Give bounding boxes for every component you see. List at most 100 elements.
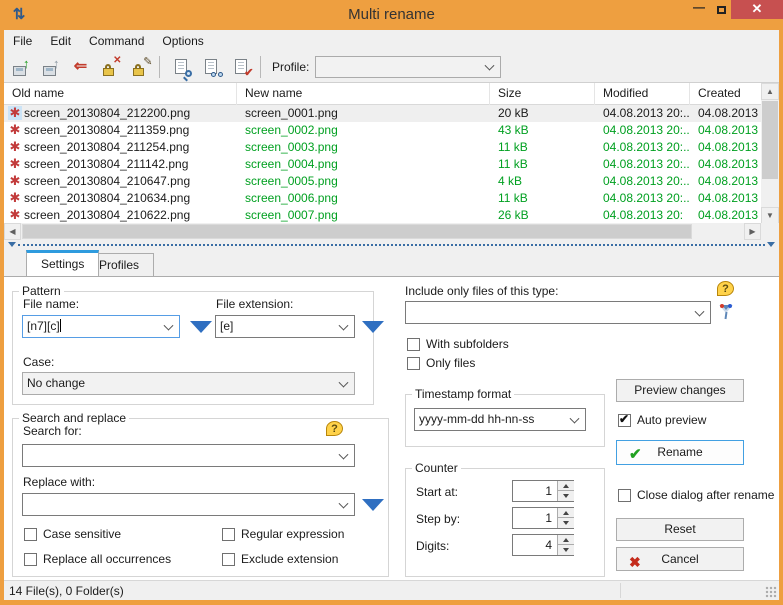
- timestamp-format-combobox[interactable]: yyyy-mm-dd hh-nn-ss: [414, 408, 586, 431]
- spin-up-icon[interactable]: [558, 481, 574, 491]
- scroll-right-icon[interactable]: ▶: [744, 223, 761, 240]
- spin-down-icon[interactable]: [558, 491, 574, 501]
- with-subfolders-checkbox[interactable]: With subfolders: [407, 337, 509, 351]
- checklist-icon[interactable]: ✔: [228, 55, 255, 79]
- scroll-up-icon[interactable]: ▲: [761, 83, 779, 100]
- checkbox-box: [407, 356, 420, 370]
- file-row[interactable]: ✱ screen_20130804_211254.png screen_0003.…: [4, 139, 761, 156]
- statusbar: 14 File(s), 0 Folder(s): [4, 580, 779, 600]
- image-file-icon: ✱: [9, 207, 21, 222]
- file-row[interactable]: ✱ screen_20130804_210647.png screen_0005.…: [4, 173, 761, 190]
- image-file-icon: ✱: [9, 190, 21, 205]
- load-names-disk-icon[interactable]: ↑: [7, 55, 34, 79]
- menu-edit[interactable]: Edit: [41, 30, 80, 52]
- column-header-old-name[interactable]: Old name: [4, 83, 237, 105]
- status-separator: [620, 583, 621, 598]
- auto-preview-checkbox[interactable]: Auto preview: [618, 412, 706, 427]
- scroll-left-icon[interactable]: ◀: [4, 223, 21, 240]
- include-files-label: Include only files of this type:: [405, 284, 559, 298]
- splitter-collapse-icon[interactable]: [767, 242, 775, 247]
- settings-page: Pattern File name: [n7][c] File extensio…: [4, 276, 779, 580]
- file-row[interactable]: ✱ screen_20130804_211359.png screen_0002.…: [4, 122, 761, 139]
- minimize-button[interactable]: —: [688, 0, 710, 19]
- save-names-disk-icon[interactable]: ↑: [37, 55, 64, 79]
- search-for-combobox[interactable]: [22, 444, 355, 467]
- window-border-right: [779, 30, 783, 605]
- filter-funnel-icon[interactable]: [718, 304, 734, 320]
- vertical-scrollbar-thumb[interactable]: [762, 101, 778, 179]
- preview-document-icon[interactable]: [168, 55, 195, 79]
- horizontal-scrollbar[interactable]: ◀ ▶: [4, 223, 761, 240]
- close-dialog-after-rename-checkbox[interactable]: Close dialog after rename: [618, 488, 774, 502]
- replace-menu-button[interactable]: [362, 499, 384, 511]
- lock-edit-icon[interactable]: ✎: [127, 55, 154, 79]
- image-file-icon: ✱: [9, 156, 21, 171]
- regular-expression-checkbox[interactable]: Regular expression: [222, 527, 344, 541]
- exclude-extension-checkbox[interactable]: Exclude extension: [222, 552, 338, 566]
- file-row[interactable]: ✱ screen_20130804_212200.png screen_0001.…: [4, 105, 761, 122]
- file-row[interactable]: ✱ screen_20130804_210634.png screen_0006.…: [4, 190, 761, 207]
- digits-label: Digits:: [416, 539, 450, 553]
- resize-grip[interactable]: [765, 586, 777, 598]
- preview-changes-button[interactable]: Preview changes: [616, 379, 744, 402]
- spin-down-icon[interactable]: [558, 518, 574, 528]
- spin-down-icon[interactable]: [558, 545, 574, 555]
- chevron-down-icon: [569, 413, 580, 424]
- file-name-combobox[interactable]: [n7][c]: [22, 315, 180, 338]
- horizontal-scrollbar-thumb[interactable]: [22, 224, 692, 239]
- splitter-collapse-icon[interactable]: [8, 242, 16, 247]
- reset-button[interactable]: Reset: [616, 518, 744, 541]
- close-button[interactable]: ✕: [731, 0, 783, 19]
- column-header-size[interactable]: Size: [490, 83, 595, 105]
- case-combobox[interactable]: No change: [22, 372, 355, 395]
- text-caret: [59, 319, 61, 332]
- help-icon[interactable]: ?: [326, 421, 343, 436]
- step-by-spinner[interactable]: 1: [512, 507, 574, 529]
- column-header-modified[interactable]: Modified: [595, 83, 690, 105]
- menu-command[interactable]: Command: [80, 30, 153, 52]
- cancel-button[interactable]: ✖ Cancel: [616, 547, 744, 571]
- file-row[interactable]: ✱ screen_20130804_210622.png screen_0007.…: [4, 207, 761, 224]
- splitter[interactable]: [4, 240, 779, 250]
- start-at-spinner[interactable]: 1: [512, 480, 574, 502]
- file-name-pattern-menu-button[interactable]: [190, 321, 212, 333]
- file-list-header: Old name New name Size Modified Created: [4, 83, 761, 105]
- checkbox-box: [222, 527, 235, 541]
- digits-spinner[interactable]: 4: [512, 534, 574, 556]
- search-for-label: Search for:: [23, 424, 82, 438]
- file-extension-pattern-menu-button[interactable]: [362, 321, 384, 333]
- help-icon[interactable]: ?: [717, 281, 734, 296]
- vertical-scrollbar[interactable]: ▲ ▼: [761, 83, 779, 224]
- column-header-new-name[interactable]: New name: [237, 83, 490, 105]
- file-row[interactable]: ✱ screen_20130804_211142.png screen_0004.…: [4, 156, 761, 173]
- view-document-icon[interactable]: [198, 55, 225, 79]
- case-label: Case:: [23, 355, 55, 369]
- only-files-checkbox[interactable]: Only files: [407, 356, 475, 370]
- menu-options[interactable]: Options: [153, 30, 212, 52]
- menu-file[interactable]: File: [4, 30, 41, 52]
- scrollbar-corner: [761, 223, 779, 240]
- scroll-down-icon[interactable]: ▼: [761, 207, 779, 224]
- profile-combobox[interactable]: [315, 56, 502, 78]
- file-extension-combobox[interactable]: [e]: [215, 315, 355, 338]
- undo-arrow-icon[interactable]: ⇐: [67, 55, 94, 79]
- red-x-icon: ✖: [629, 554, 641, 570]
- tab-settings[interactable]: Settings: [26, 250, 100, 276]
- file-type-combobox[interactable]: [405, 301, 711, 324]
- lock-remove-icon[interactable]: ✕: [97, 55, 124, 79]
- maximize-button[interactable]: [710, 0, 732, 19]
- image-file-icon: ✱: [9, 139, 21, 154]
- spin-up-icon[interactable]: [558, 535, 574, 545]
- status-text: 14 File(s), 0 Folder(s): [9, 584, 124, 598]
- replace-with-combobox[interactable]: [22, 493, 355, 516]
- counter-group-title: Counter: [415, 461, 458, 475]
- toolbar-separator: [260, 56, 261, 78]
- chevron-down-icon: [484, 60, 495, 71]
- replace-all-occurrences-checkbox[interactable]: Replace all occurrences: [24, 552, 171, 566]
- case-sensitive-checkbox[interactable]: Case sensitive: [24, 527, 121, 541]
- rename-button[interactable]: ✔ Rename: [616, 440, 744, 465]
- column-header-created[interactable]: Created: [690, 83, 761, 105]
- replace-with-label: Replace with:: [23, 475, 96, 489]
- spin-up-icon[interactable]: [558, 508, 574, 518]
- file-extension-label: File extension:: [216, 297, 294, 311]
